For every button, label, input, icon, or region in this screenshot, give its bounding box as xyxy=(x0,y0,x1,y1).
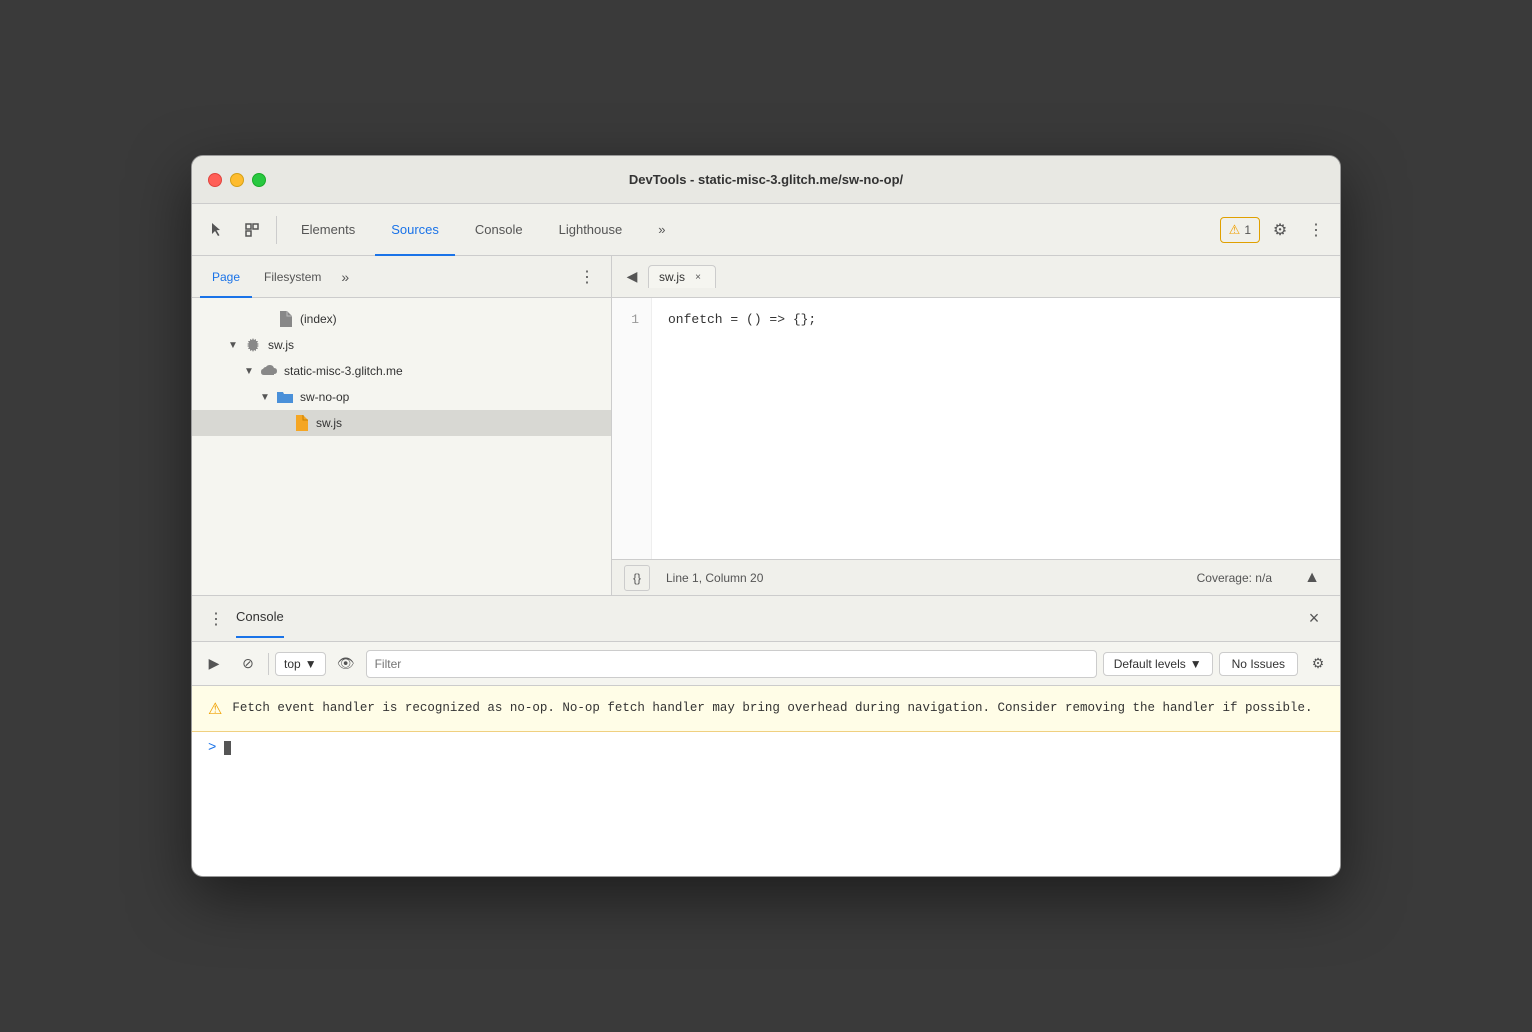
inspect-icon[interactable] xyxy=(236,214,268,246)
filter-input[interactable] xyxy=(366,650,1097,678)
maximize-traffic-light[interactable] xyxy=(252,173,266,187)
coverage-status: Coverage: n/a xyxy=(1197,571,1272,585)
line-numbers: 1 xyxy=(612,298,652,559)
left-panel: Page Filesystem » ⋮ xyxy=(192,256,612,595)
tab-filesystem[interactable]: Filesystem xyxy=(252,256,333,298)
editor-tab-sw-js[interactable]: sw.js × xyxy=(648,265,716,288)
console-settings-button[interactable]: ⚙ xyxy=(1304,650,1332,678)
panel-tabs: Page Filesystem » ⋮ xyxy=(192,256,611,298)
console-prompt: > xyxy=(208,740,216,756)
block-icon: ⊘ xyxy=(242,655,254,672)
console-close-button[interactable]: × xyxy=(1300,605,1328,633)
levels-button[interactable]: Default levels ▼ xyxy=(1103,652,1213,676)
warning-icon: ⚠ xyxy=(1229,222,1241,238)
console-cursor xyxy=(224,741,231,755)
title-bar: DevTools - static-misc-3.glitch.me/sw-no… xyxy=(192,156,1340,204)
format-button[interactable]: {} xyxy=(624,565,650,591)
context-selector[interactable]: top ▼ xyxy=(275,652,326,676)
editor-tab-label: sw.js xyxy=(659,270,685,284)
file-label: (index) xyxy=(300,312,337,326)
panel-menu-button[interactable]: ⋮ xyxy=(571,261,603,293)
run-icon: ▶ xyxy=(209,655,220,672)
status-up-button[interactable]: ▲ xyxy=(1296,562,1328,594)
editor-status-bar: {} Line 1, Column 20 Coverage: n/a ▲ xyxy=(612,559,1340,595)
traffic-lights xyxy=(208,173,266,187)
console-content: ⚠ Fetch event handler is recognized as n… xyxy=(192,686,1340,876)
tab-page[interactable]: Page xyxy=(200,256,252,298)
eye-button[interactable]: 👁 xyxy=(332,650,360,678)
console-menu-button[interactable]: ⋮ xyxy=(204,607,228,631)
right-panel: ◀ sw.js × 1 onfetch = () => {}; {} Line … xyxy=(612,256,1340,595)
console-header: ⋮ Console × xyxy=(192,596,1340,642)
toolbar-right: ⚠ 1 ⚙ ⋮ xyxy=(1220,214,1332,246)
minimize-traffic-light[interactable] xyxy=(230,173,244,187)
sw-js-label: sw.js xyxy=(316,416,342,430)
settings-button[interactable]: ⚙ xyxy=(1264,214,1296,246)
folder-label: sw-no-op xyxy=(300,390,349,404)
block-button[interactable]: ⊘ xyxy=(234,650,262,678)
context-label: top xyxy=(284,657,301,671)
tab-sources[interactable]: Sources xyxy=(375,204,455,256)
warning-count: 1 xyxy=(1244,223,1251,237)
warning-message: ⚠ Fetch event handler is recognized as n… xyxy=(192,686,1340,732)
file-index[interactable]: (index) xyxy=(192,306,611,332)
levels-label: Default levels xyxy=(1114,657,1186,671)
tab-more[interactable]: » xyxy=(642,204,681,256)
tab-console[interactable]: Console xyxy=(459,204,539,256)
line-number-1: 1 xyxy=(631,312,639,327)
window-title: DevTools - static-misc-3.glitch.me/sw-no… xyxy=(629,172,903,187)
console-input-line: > xyxy=(192,732,1340,764)
top-toolbar: Elements Sources Console Lighthouse » ⚠ … xyxy=(192,204,1340,256)
panel-tab-actions: ⋮ xyxy=(571,261,603,293)
warning-badge[interactable]: ⚠ 1 xyxy=(1220,217,1260,243)
console-section: ⋮ Console × ▶ ⊘ top ▼ 👁 xyxy=(192,596,1340,876)
file-icon xyxy=(276,310,294,328)
settings-icon: ⚙ xyxy=(1312,655,1325,672)
editor-tab-close[interactable]: × xyxy=(691,270,705,284)
warning-triangle-icon: ⚠ xyxy=(208,699,222,719)
js-file-icon xyxy=(292,414,310,432)
devtools-window: DevTools - static-misc-3.glitch.me/sw-no… xyxy=(191,155,1341,877)
folder-icon xyxy=(276,388,294,406)
run-script-button[interactable]: ▶ xyxy=(200,650,228,678)
code-content[interactable]: onfetch = () => {}; xyxy=(652,298,1340,559)
tab-elements[interactable]: Elements xyxy=(285,204,371,256)
console-toolbar: ▶ ⊘ top ▼ 👁 Default levels ▼ No Issues xyxy=(192,642,1340,686)
warning-text: Fetch event handler is recognized as no-… xyxy=(232,698,1312,719)
console-title: Console xyxy=(236,609,284,628)
sw-root-label: sw.js xyxy=(268,338,294,352)
toolbar-divider xyxy=(276,216,277,244)
editor-tabs: ◀ sw.js × xyxy=(612,256,1340,298)
console-divider xyxy=(268,653,269,675)
cursor-icon[interactable] xyxy=(200,214,232,246)
tree-arrow-domain: ▼ xyxy=(244,366,256,377)
file-domain[interactable]: ▼ static-misc-3.glitch.me xyxy=(192,358,611,384)
file-tree: (index) ▼ sw.js ▼ static-misc-3.glit xyxy=(192,298,611,595)
editor-back-button[interactable]: ◀ xyxy=(620,265,644,289)
gear-icon xyxy=(244,336,262,354)
file-sw-root[interactable]: ▼ sw.js xyxy=(192,332,611,358)
more-options-button[interactable]: ⋮ xyxy=(1300,214,1332,246)
close-traffic-light[interactable] xyxy=(208,173,222,187)
code-area: 1 onfetch = () => {}; xyxy=(612,298,1340,559)
file-folder[interactable]: ▼ sw-no-op xyxy=(192,384,611,410)
context-arrow-icon: ▼ xyxy=(305,657,317,671)
main-content: Page Filesystem » ⋮ xyxy=(192,256,1340,596)
tree-arrow-folder: ▼ xyxy=(260,392,272,403)
levels-arrow-icon: ▼ xyxy=(1190,657,1202,671)
tab-more-panels[interactable]: » xyxy=(333,256,357,298)
file-sw-js[interactable]: sw.js xyxy=(192,410,611,436)
no-issues-button[interactable]: No Issues xyxy=(1219,652,1298,676)
eye-icon: 👁 xyxy=(337,655,355,672)
tab-lighthouse[interactable]: Lighthouse xyxy=(543,204,639,256)
cloud-icon xyxy=(260,362,278,380)
tree-arrow-sw: ▼ xyxy=(228,340,240,351)
cursor-position: Line 1, Column 20 xyxy=(666,571,763,585)
domain-label: static-misc-3.glitch.me xyxy=(284,364,403,378)
